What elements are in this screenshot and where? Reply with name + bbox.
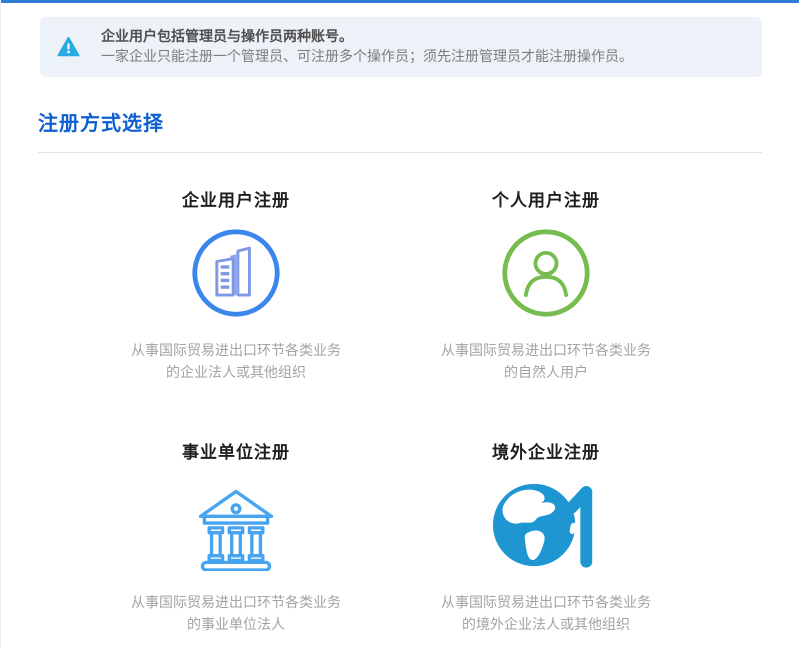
card-enterprise-user-registration[interactable]: 企业用户注册 从事国际贸易进出口环节各类业务 的企业法人或其他组织	[81, 191, 391, 383]
card-title: 企业用户注册	[182, 191, 290, 210]
card-overseas-enterprise-registration[interactable]: 境外企业注册 从事国际贸易进出口环节各类业务 的境外企业法人或其他组织	[391, 443, 701, 635]
bank-icon	[81, 479, 391, 571]
card-description: 从事国际贸易进出口环节各类业务 的企业法人或其他组织	[131, 342, 341, 380]
top-accent-bar	[1, 0, 799, 3]
enterprise-building-icon	[81, 227, 391, 319]
section-header: 注册方式选择	[38, 107, 762, 153]
person-icon	[391, 227, 701, 319]
info-alert: 企业用户包括管理员与操作员两种账号。 一家企业只能注册一个管理员、可注册多个操作…	[40, 17, 762, 77]
alert-body: 一家企业只能注册一个管理员、可注册多个操作员；须先注册管理员才能注册操作员。	[101, 48, 633, 64]
card-public-institution-registration[interactable]: 事业单位注册 从事国际贸易进出口环节各类业务 的事业单位法人	[81, 443, 391, 635]
card-title: 个人用户注册	[492, 191, 600, 210]
card-title: 境外企业注册	[492, 443, 600, 462]
alert-title: 企业用户包括管理员与操作员两种账号。	[101, 28, 353, 44]
card-description: 从事国际贸易进出口环节各类业务 的境外企业法人或其他组织	[441, 594, 651, 632]
globe-arrow-icon	[391, 479, 701, 571]
card-description: 从事国际贸易进出口环节各类业务 的事业单位法人	[131, 594, 341, 632]
registration-options-grid: 企业用户注册 从事国际贸易进出口环节各类业务 的企业法人或其他组织 个人用户注册	[81, 191, 701, 635]
card-individual-user-registration[interactable]: 个人用户注册 从事国际贸易进出口环节各类业务 的自然人用户	[391, 191, 701, 383]
card-description: 从事国际贸易进出口环节各类业务 的自然人用户	[441, 342, 651, 380]
registration-method-page: { "page": { "top_bar_color": "#2c7bd4", …	[0, 0, 799, 647]
warning-triangle-icon	[57, 36, 80, 59]
page-title: 注册方式选择	[38, 113, 164, 135]
card-title: 事业单位注册	[182, 443, 290, 462]
